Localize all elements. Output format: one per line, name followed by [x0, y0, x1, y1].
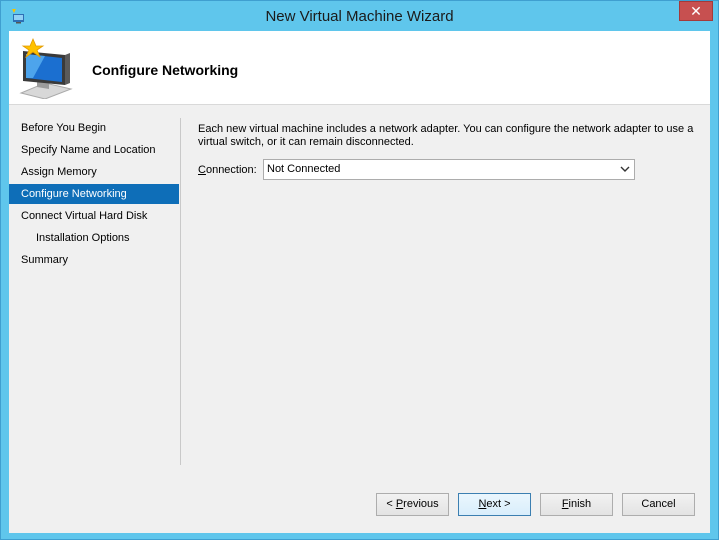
- nav-item-before-you-begin[interactable]: Before You Begin: [9, 118, 179, 138]
- nav-item-specify-name-and-location[interactable]: Specify Name and Location: [9, 140, 179, 160]
- connection-label: Connection:: [198, 164, 257, 176]
- connection-label-accel: C: [198, 164, 206, 176]
- description-text: Each new virtual machine includes a netw…: [198, 123, 698, 149]
- previous-button[interactable]: < Previous: [376, 493, 449, 516]
- chevron-down-icon: [620, 166, 630, 172]
- title-bar[interactable]: New Virtual Machine Wizard ✕: [1, 1, 718, 31]
- wizard-window: New Virtual Machine Wizard ✕ Configure N…: [0, 0, 719, 540]
- nav-item-installation-options[interactable]: Installation Options: [9, 228, 179, 248]
- next-rest: ext >: [486, 498, 511, 510]
- wizard-header: Configure Networking: [9, 31, 710, 105]
- nav-divider: [180, 118, 181, 465]
- nav-item-configure-networking[interactable]: Configure Networking: [9, 184, 179, 204]
- close-icon: ✕: [690, 3, 702, 19]
- connection-dropdown[interactable]: Not Connected: [263, 159, 635, 180]
- description-line-2: virtual switch, or it can remain disconn…: [198, 136, 414, 148]
- connection-label-rest: onnection:: [205, 164, 257, 176]
- previous-lt: <: [386, 498, 396, 510]
- cancel-button[interactable]: Cancel: [622, 493, 695, 516]
- nav-item-summary[interactable]: Summary: [9, 250, 179, 270]
- finish-rest: inish: [568, 498, 592, 510]
- computer-star-icon: [19, 37, 73, 99]
- page-title: Configure Networking: [92, 62, 239, 78]
- previous-rest: revious: [403, 498, 439, 510]
- finish-button[interactable]: Finish: [540, 493, 613, 516]
- wizard-steps-nav: Before You Begin Specify Name and Locati…: [9, 105, 180, 465]
- description-line-1: Each new virtual machine includes a netw…: [198, 123, 694, 135]
- nav-item-connect-virtual-hard-disk[interactable]: Connect Virtual Hard Disk: [9, 206, 179, 226]
- next-button[interactable]: Next >: [458, 493, 531, 516]
- client-area: Configure Networking Before You Begin Sp…: [9, 31, 710, 533]
- nav-item-assign-memory[interactable]: Assign Memory: [9, 162, 179, 182]
- close-button[interactable]: ✕: [679, 1, 713, 21]
- finish-accel: F: [561, 498, 569, 510]
- window-title: New Virtual Machine Wizard: [265, 8, 454, 25]
- connection-value: Not Connected: [267, 163, 341, 175]
